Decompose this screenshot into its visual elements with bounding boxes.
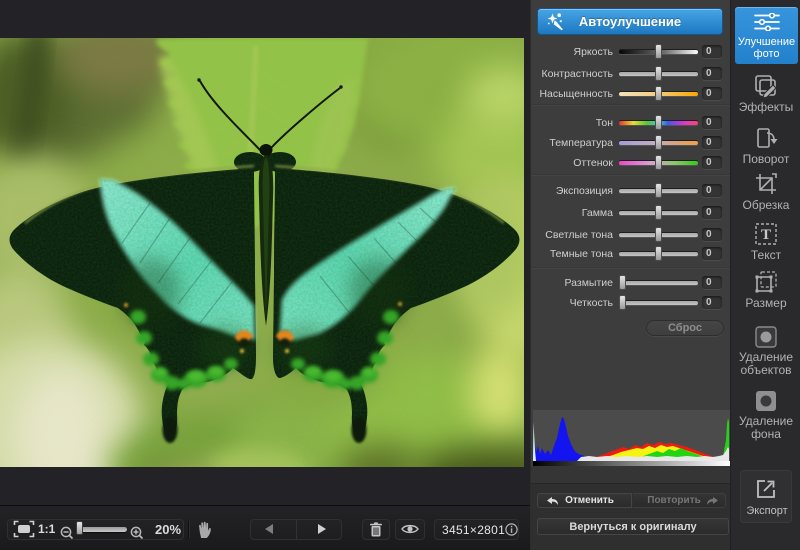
svg-text:T: T xyxy=(761,227,771,243)
